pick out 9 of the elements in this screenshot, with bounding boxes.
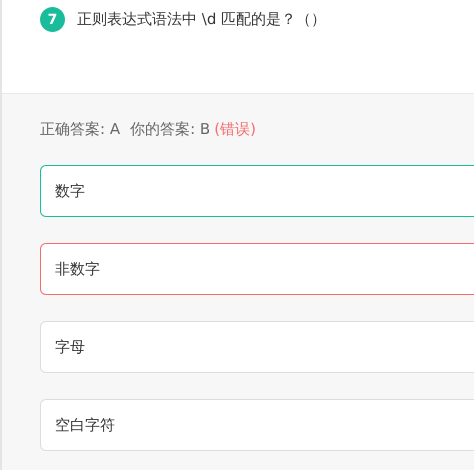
verdict-label: (错误) [214, 120, 256, 139]
correct-answer-label: 正确答案: A [40, 120, 120, 139]
question-number-badge: 7 [40, 7, 65, 32]
your-answer-label: 你的答案: B [130, 120, 210, 139]
answer-option[interactable]: 字母 [40, 321, 474, 373]
answer-option[interactable]: 非数字 [40, 243, 474, 295]
answer-option[interactable]: 数字 [40, 165, 474, 217]
question-text: 正则表达式语法中 \d 匹配的是？（） [77, 9, 326, 30]
answer-option[interactable]: 空白字符 [40, 399, 474, 451]
